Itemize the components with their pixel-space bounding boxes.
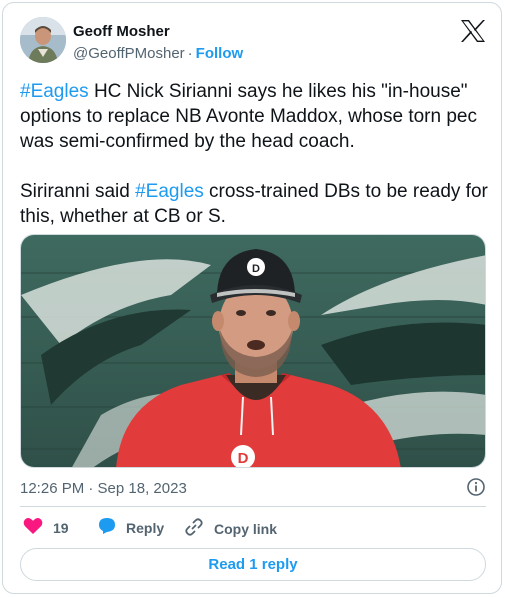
hoodie-logo: D [238, 450, 249, 467]
tweet-text: #Eagles HC Nick Sirianni says he likes h… [20, 79, 490, 229]
like-button[interactable]: 19 [23, 517, 69, 538]
reply-button[interactable]: Reply [98, 517, 164, 538]
tweet-text-segment: HC Nick Sirianni says he likes his "in-h… [20, 81, 477, 152]
divider [20, 506, 486, 507]
separator-dot: · [187, 45, 193, 62]
tweet-timestamp[interactable]: 12:26 PM · Sep 18, 2023 [20, 480, 187, 497]
author-name[interactable]: Geoff Mosher [73, 23, 170, 40]
copy-link-label: Copy link [214, 520, 278, 537]
tweet-media-image[interactable]: D D [20, 234, 486, 468]
hashtag-link[interactable]: #Eagles [135, 181, 204, 202]
tweet-text-segment: Siriranni said [20, 181, 136, 202]
x-logo-icon[interactable] [460, 19, 486, 43]
heart-icon [23, 517, 53, 538]
like-count: 19 [53, 519, 69, 536]
hashtag-link[interactable]: #Eagles [20, 81, 89, 102]
follow-button[interactable]: Follow [196, 45, 244, 62]
author-handle-row: @GeoffPMosher · Follow [73, 45, 243, 62]
cap-logo: D [252, 263, 260, 275]
tweet-paragraph-1: #Eagles HC Nick Sirianni says he likes h… [20, 79, 490, 154]
read-replies-button[interactable]: Read 1 reply [20, 548, 486, 581]
tweet-card: Geoff Mosher @GeoffPMosher · Follow #Eagle… [2, 2, 502, 594]
copy-link-button[interactable]: Copy link [184, 517, 277, 540]
reply-label: Reply [126, 519, 165, 536]
info-icon[interactable] [466, 477, 486, 497]
tweet-paragraph-2: Siriranni said #Eagles cross-trained DBs… [20, 179, 490, 229]
author-handle[interactable]: @GeoffPMosher [73, 45, 185, 62]
avatar[interactable] [20, 17, 66, 63]
speech-bubble-icon [98, 517, 126, 538]
link-icon [184, 517, 214, 540]
